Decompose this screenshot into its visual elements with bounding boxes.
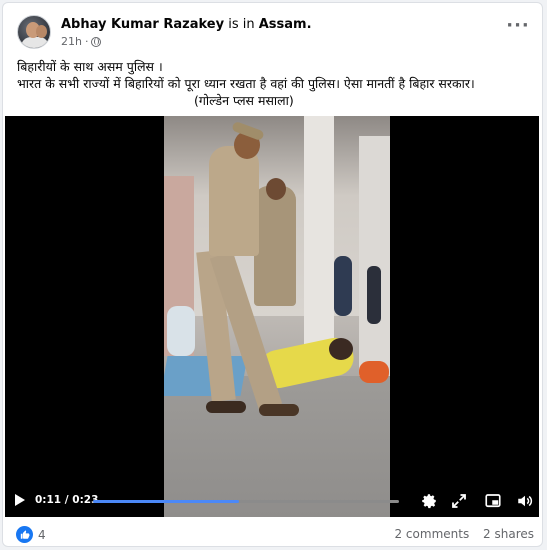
post-text-line-3: (गोल्डेन प्लस मसाला)	[194, 93, 294, 108]
author-place[interactable]: Assam.	[259, 17, 312, 32]
expand-icon[interactable]	[450, 492, 468, 510]
more-options-button[interactable]: ···	[504, 17, 532, 43]
post-footer: 4 2 comments 2 shares	[3, 519, 542, 546]
post-text-line-2: भारत के सभी राज्यों में बिहारियों को पूर…	[17, 76, 475, 91]
play-icon[interactable]	[15, 494, 25, 506]
video-time: 0:11 / 0:23	[35, 494, 99, 506]
author-line: Abhay Kumar Razakey is in Assam.	[61, 17, 312, 32]
scene-pillar-right	[359, 136, 390, 376]
scene-background-person	[334, 256, 352, 316]
picture-in-picture-icon[interactable]	[484, 492, 502, 510]
author-is-in: is in	[228, 17, 255, 32]
scene-officer-back	[254, 186, 296, 306]
scene-person-lying-head	[329, 338, 353, 360]
author-name[interactable]: Abhay Kumar Razakey	[61, 17, 224, 32]
volume-icon[interactable]	[516, 492, 534, 510]
post-meta: 21h ·	[61, 35, 102, 48]
comments-count[interactable]: 2 comments	[394, 527, 469, 541]
globe-icon	[91, 36, 102, 47]
author-avatar[interactable]	[17, 15, 51, 49]
scene-tarp	[164, 356, 248, 396]
post-text: बिहारीयों के साथ असम पुलिस । भारत के सभी…	[17, 58, 532, 109]
post-stats: 2 comments 2 shares	[384, 527, 534, 541]
more-horizontal-icon: ···	[506, 15, 530, 36]
scene-orange-figure	[359, 361, 389, 383]
scene-officer-back-head	[266, 178, 286, 200]
scene-shoe-right	[259, 404, 299, 416]
post-card: Abhay Kumar Razakey is in Assam. 21h · ·…	[2, 2, 543, 547]
scene-pillar	[304, 116, 334, 376]
avatar-body	[21, 37, 49, 48]
reaction-count: 4	[38, 527, 46, 542]
post-header: Abhay Kumar Razakey is in Assam. 21h · ·…	[17, 15, 532, 51]
avatar-face-second	[36, 25, 47, 38]
scene-sitting-person	[167, 306, 195, 356]
scene-shoe-left	[206, 401, 246, 413]
video-controls: 0:11 / 0:23	[5, 486, 539, 517]
video-frame[interactable]	[164, 116, 390, 517]
video-progress-fill	[93, 500, 240, 503]
settings-icon[interactable]	[420, 492, 438, 510]
shares-count[interactable]: 2 shares	[483, 527, 534, 541]
video-progress-bar[interactable]	[93, 500, 399, 503]
meta-dot: ·	[84, 35, 89, 48]
post-text-line-1: बिहारीयों के साथ असम पुलिस ।	[17, 59, 163, 74]
post-time[interactable]: 21h	[61, 35, 82, 48]
like-icon	[16, 526, 33, 543]
scene-officer-front	[209, 146, 259, 256]
scene-background-person-right	[367, 266, 381, 324]
reactions-summary[interactable]: 4	[16, 526, 46, 543]
video-player[interactable]: 0:11 / 0:23	[5, 116, 539, 517]
